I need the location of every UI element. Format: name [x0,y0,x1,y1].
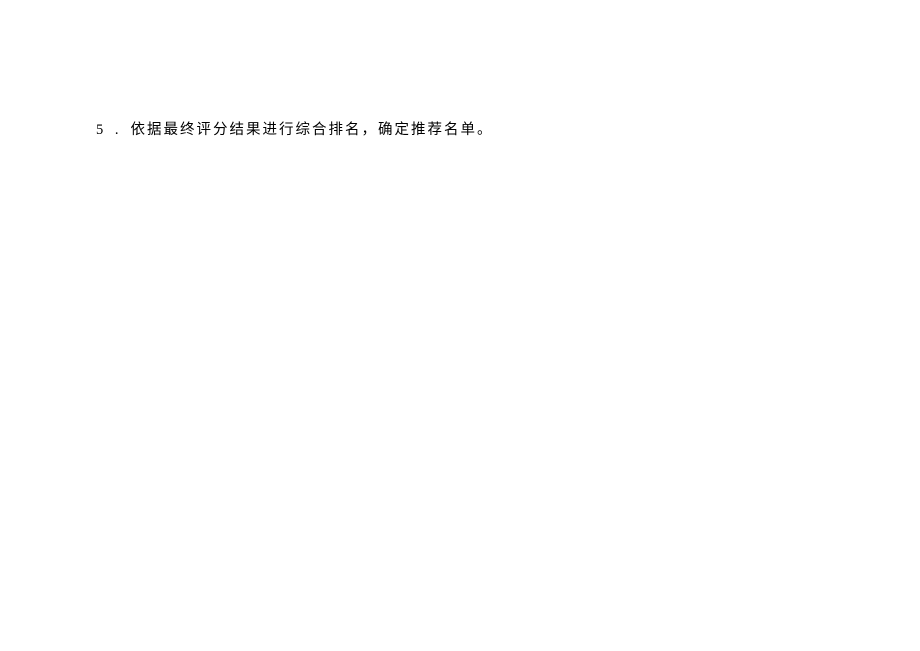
item-number: 5 . [96,122,123,138]
document-content: 5 . 依据最终评分结果进行综合排名，确定推荐名单。 [96,119,824,142]
item-text: 依据最终评分结果进行综合排名，确定推荐名单。 [131,122,494,138]
list-item: 5 . 依据最终评分结果进行综合排名，确定推荐名单。 [96,119,824,142]
